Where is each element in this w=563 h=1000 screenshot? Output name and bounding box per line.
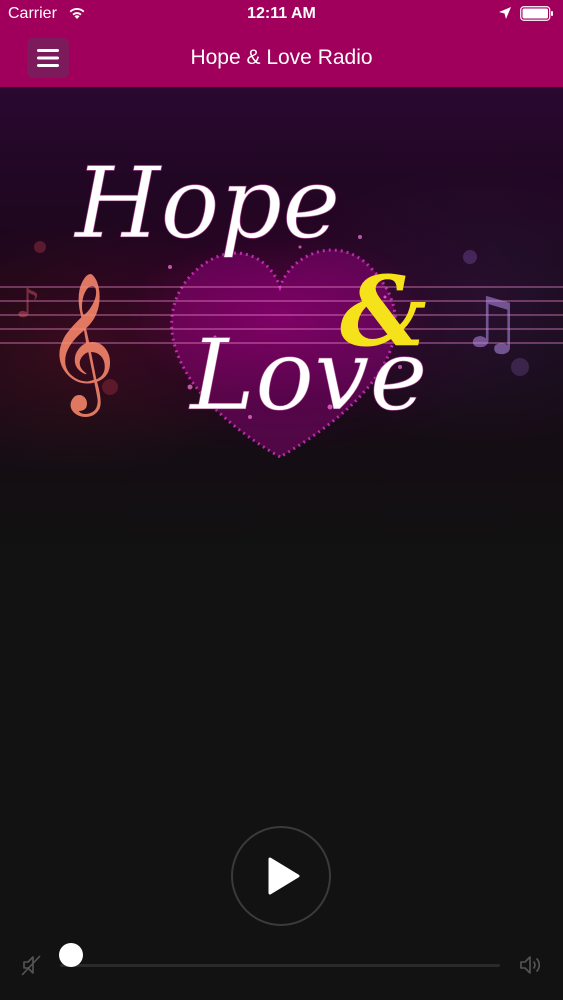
treble-clef-left: 𝄞 (45, 272, 116, 417)
volume-slider-track[interactable] (60, 964, 500, 967)
play-button[interactable] (231, 826, 331, 926)
station-artwork: 𝄞 ♫ ♪ Hope & Love (0, 87, 563, 557)
music-note-right: ♫ (460, 282, 523, 364)
artwork-love-text: Love (188, 319, 427, 433)
clock: 12:11 AM (247, 5, 316, 22)
music-note-left: ♪ (15, 281, 41, 327)
station-title: Hope & Love Radio (190, 46, 373, 69)
volume-control (0, 935, 563, 985)
status-bar: Carrier 12:11 AM (0, 0, 563, 30)
speaker-volume-icon[interactable] (518, 953, 544, 977)
artwork-graphic: 𝄞 ♫ ♪ Hope & Love (0, 147, 563, 459)
volume-slider-thumb[interactable] (59, 943, 83, 967)
speaker-muted-icon[interactable] (20, 953, 44, 977)
play-icon (268, 857, 300, 895)
battery-full-icon (520, 6, 553, 21)
location-arrow-icon (499, 7, 511, 19)
artwork-hope-text: Hope (73, 147, 340, 261)
navigation-bar: Hope & Love Radio (0, 30, 563, 87)
